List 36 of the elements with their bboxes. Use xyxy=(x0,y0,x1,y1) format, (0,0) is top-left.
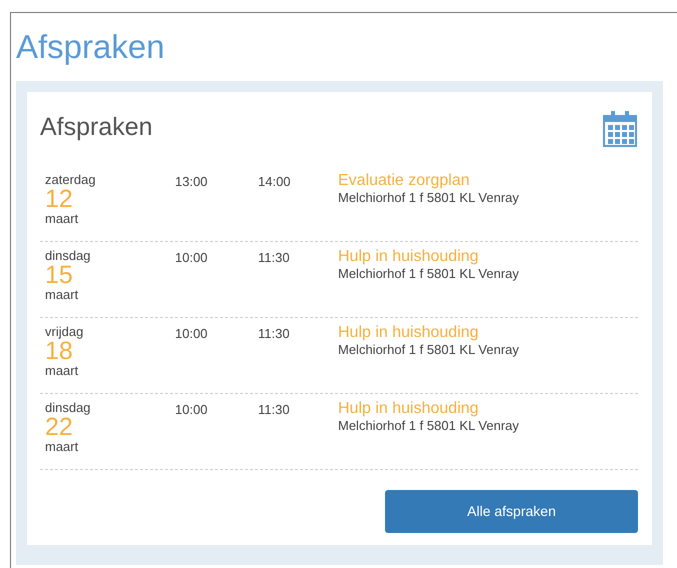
weekday: dinsdag xyxy=(45,400,91,415)
day-number: 18 xyxy=(45,339,73,363)
calendar-icon xyxy=(602,110,638,148)
start-time: 10:00 xyxy=(175,402,208,417)
appointment-title: Hulp in huishouding xyxy=(338,400,479,418)
end-time: 11:30 xyxy=(258,250,290,265)
day-number: 22 xyxy=(45,415,73,439)
appointment-title: Evaluatie zorgplan xyxy=(338,172,470,190)
appointment-row[interactable]: vrijdag 18 maart 10:00 11:30 Hulp in huishouding Melchiorhof 1 f 5801 KL Venray xyxy=(40,318,638,394)
all-appointments-button[interactable]: Alle afspraken xyxy=(385,490,638,533)
appointment-row[interactable]: zaterdag 12 maart 13:00 14:00 Evaluatie zorgplan Melchiorhof 1 f 5801 KL Venray xyxy=(40,166,638,242)
address: Melchiorhof 1 f 5801 KL Venray xyxy=(338,266,519,282)
month: maart xyxy=(45,211,78,226)
card-title: Afspraken xyxy=(40,112,153,143)
appointment-row[interactable]: dinsdag 15 maart 10:00 11:30 Hulp in huishouding Melchiorhof 1 f 5801 KL Venray xyxy=(40,242,638,318)
day-number: 12 xyxy=(45,187,73,211)
address: Melchiorhof 1 f 5801 KL Venray xyxy=(338,342,519,358)
month: maart xyxy=(45,439,78,454)
month: maart xyxy=(45,287,78,302)
end-time: 11:30 xyxy=(258,326,290,341)
start-time: 13:00 xyxy=(175,174,208,189)
address: Melchiorhof 1 f 5801 KL Venray xyxy=(338,190,519,206)
appointment-row[interactable]: dinsdag 22 maart 10:00 11:30 Hulp in huishouding Melchiorhof 1 f 5801 KL Venray xyxy=(40,394,638,470)
appointment-title: Hulp in huishouding xyxy=(338,248,479,266)
appointment-title: Hulp in huishouding xyxy=(338,324,479,342)
month: maart xyxy=(45,363,78,378)
weekday: dinsdag xyxy=(45,248,91,263)
end-time: 14:00 xyxy=(258,174,291,189)
day-number: 15 xyxy=(45,263,73,287)
start-time: 10:00 xyxy=(175,250,208,265)
page-title: Afspraken xyxy=(16,27,165,67)
start-time: 10:00 xyxy=(175,326,208,341)
weekday: zaterdag xyxy=(45,172,96,187)
weekday: vrijdag xyxy=(45,324,84,339)
address: Melchiorhof 1 f 5801 KL Venray xyxy=(338,418,519,434)
end-time: 11:30 xyxy=(258,402,290,417)
